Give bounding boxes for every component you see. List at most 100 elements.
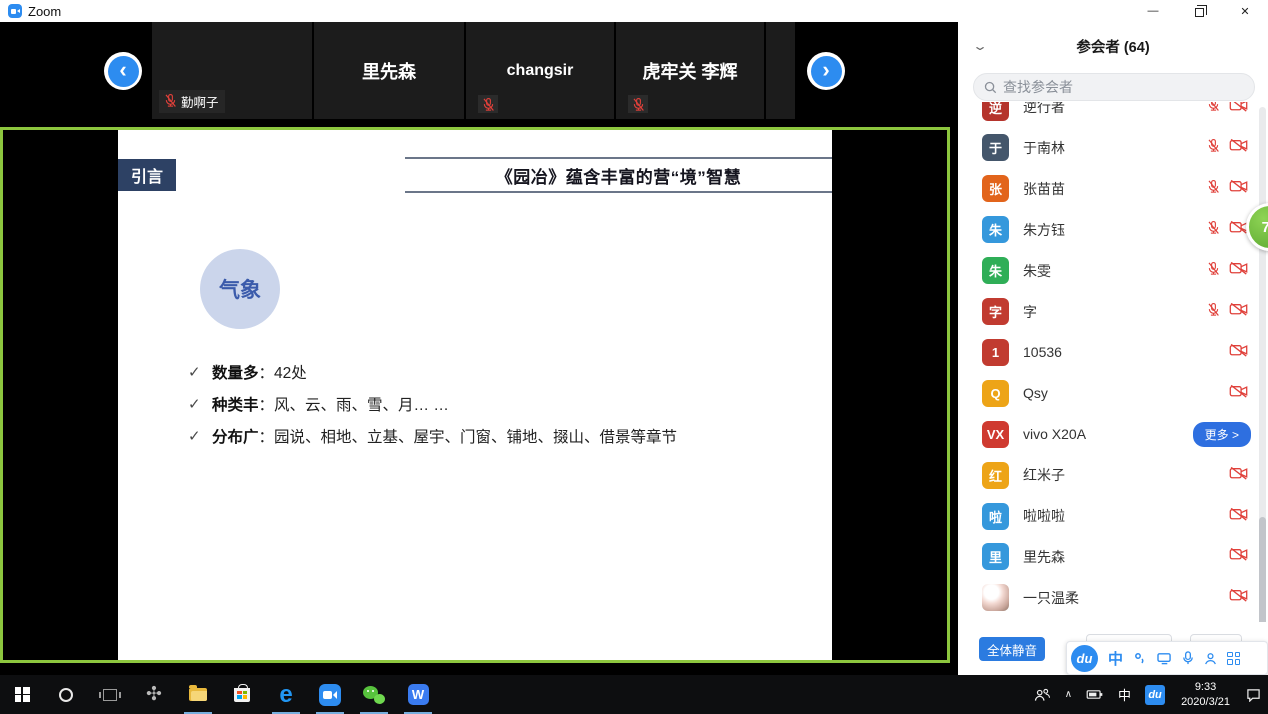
slide-section-tag: 引言 (118, 159, 176, 191)
video-tile[interactable]: 勤啊子 (152, 22, 312, 119)
microsoft-store-button[interactable] (220, 675, 264, 714)
restore-icon (1195, 8, 1204, 17)
task-view-icon (103, 689, 117, 701)
tray-ime-language-indicator[interactable]: 中 (1111, 675, 1138, 714)
wps-office-icon: W (408, 684, 429, 705)
participant-row[interactable]: 一只温柔 (958, 578, 1268, 618)
wechat-icon (363, 686, 385, 704)
ime-panel-icon[interactable] (1157, 652, 1172, 665)
tray-hidden-icons-chevron[interactable]: ∧ (1058, 675, 1079, 714)
camera-off-icon (1229, 466, 1248, 485)
zoom-taskbar-button[interactable] (308, 675, 352, 714)
ime-voice-icon[interactable] (1133, 651, 1147, 665)
participant-row[interactable]: 110536 (958, 332, 1268, 372)
tray-battery-button[interactable] (1079, 675, 1111, 714)
title-bar: Zoom — ✕ (0, 0, 1268, 22)
video-tile[interactable] (766, 22, 795, 119)
participant-row[interactable]: 红红米子 (958, 455, 1268, 495)
participants-panel: 逆逆行者于于南林张张苗苗朱朱方钰朱朱雯字字110536QQsyVXvivo X2… (958, 22, 1268, 675)
wechat-button[interactable] (352, 675, 396, 714)
video-tile[interactable]: 虎牢关 李辉 (616, 22, 764, 119)
participant-photo-avatar (982, 584, 1009, 611)
next-videos-button[interactable]: › (807, 52, 845, 90)
participant-more-button[interactable]: 更多 > (1193, 422, 1251, 447)
camera-off-icon (1229, 343, 1248, 362)
search-input[interactable] (1003, 79, 1223, 95)
zoom-app-window: Zoom — ✕ 勤啊子 里先森changsir虎牢关 李辉 ‹ › 引言 《园冶… (0, 0, 1268, 714)
wps-office-button[interactable]: W (396, 675, 440, 714)
baidu-ime-logo-icon[interactable]: du (1071, 645, 1098, 672)
participant-avatar: 里 (982, 543, 1009, 570)
file-explorer-icon (189, 688, 207, 701)
participant-name: 于南林 (1023, 138, 1065, 158)
participant-row[interactable]: 朱朱雯 (958, 251, 1268, 291)
mic-muted-icon (1206, 302, 1221, 322)
ime-mic-icon[interactable] (1182, 651, 1194, 665)
camera-off-icon (1229, 302, 1248, 321)
participant-row[interactable]: 啦啦啦啦 (958, 496, 1268, 536)
tray-people-button[interactable] (1027, 675, 1058, 714)
participant-row[interactable]: 里里先森 (958, 537, 1268, 577)
camera-off-icon (1229, 261, 1248, 280)
checkmark-icon: ✓ (188, 363, 212, 381)
slide-topic-label: 气象 (219, 274, 261, 304)
mute-all-button[interactable]: 全体静音 (979, 637, 1045, 661)
cortana-button[interactable] (44, 675, 88, 714)
participant-status-icons (1206, 138, 1248, 158)
participant-name: 红米子 (1023, 465, 1065, 485)
windows-taskbar: ✣ e W ∧ 中 du 9:33 2020/3/21 (0, 675, 1268, 714)
mic-muted-icon (478, 95, 498, 113)
camera-off-icon (1229, 588, 1248, 607)
start-button[interactable] (0, 675, 44, 714)
participant-status-icons (1229, 384, 1248, 403)
participant-name: 一只温柔 (1023, 588, 1079, 608)
participants-scrollbar[interactable] (1259, 107, 1266, 647)
participant-status-icons (1206, 179, 1248, 199)
participant-avatar: 朱 (982, 216, 1009, 243)
restore-button[interactable] (1176, 0, 1222, 22)
pinwheel-app-button[interactable]: ✣ (132, 675, 176, 714)
participant-status-icons (1229, 588, 1248, 607)
people-icon (1034, 688, 1051, 702)
mic-muted-icon (1206, 261, 1221, 281)
presentation-slide: 引言 《园冶》蕴含丰富的营“境”智慧 气象 ✓数量多：42处✓种类丰：风、云、雨… (118, 130, 832, 660)
participants-header: ⌄ 参会者 (64) (958, 22, 1268, 102)
tray-clock[interactable]: 9:33 2020/3/21 (1172, 680, 1239, 710)
participant-name: 字 (1023, 302, 1037, 322)
minimize-button[interactable]: — (1130, 0, 1176, 22)
participant-avatar: 啦 (982, 503, 1009, 530)
video-tile[interactable]: changsir (466, 22, 614, 119)
participant-name: 啦啦啦 (1023, 506, 1065, 526)
mic-muted-icon (163, 93, 178, 111)
participant-row[interactable]: 朱朱方钰 (958, 210, 1268, 250)
slide-bullet: ✓种类丰：风、云、雨、雪、月… … (188, 388, 677, 420)
participant-row[interactable]: QQsy (958, 373, 1268, 413)
participant-row[interactable]: VXvivo X20A更多 > (958, 414, 1268, 454)
mic-muted-icon (628, 95, 648, 113)
action-center-button[interactable] (1239, 675, 1268, 714)
participant-name: Qsy (1023, 385, 1048, 401)
ime-grid-icon[interactable] (1227, 652, 1240, 665)
close-button[interactable]: ✕ (1222, 0, 1268, 22)
participant-name-label: 勤啊子 (159, 90, 225, 113)
file-explorer-button[interactable] (176, 675, 220, 714)
slide-bullet: ✓分布广：园说、相地、立基、屋宇、门窗、铺地、掇山、借景等章节 (188, 420, 677, 452)
task-view-button[interactable] (88, 675, 132, 714)
participant-row[interactable]: 张张苗苗 (958, 169, 1268, 209)
ime-toolbar: du 中 (1066, 641, 1268, 675)
participants-list: 逆逆行者于于南林张张苗苗朱朱方钰朱朱雯字字110536QQsyVXvivo X2… (958, 22, 1268, 675)
edge-button[interactable]: e (264, 675, 308, 714)
participant-avatar: 于 (982, 134, 1009, 161)
participant-row[interactable]: 字字 (958, 292, 1268, 332)
participant-row[interactable]: 于于南林 (958, 128, 1268, 168)
panel-collapse-chevron-icon[interactable]: ⌄ (972, 39, 988, 53)
participant-avatar: VX (982, 421, 1009, 448)
tray-baidu-ime-button[interactable]: du (1138, 675, 1172, 714)
camera-off-icon (1229, 138, 1248, 157)
participant-search-box[interactable] (973, 73, 1255, 101)
previous-videos-button[interactable]: ‹ (104, 52, 142, 90)
video-tile[interactable]: 里先森 (314, 22, 464, 119)
ime-language-indicator[interactable]: 中 (1108, 648, 1123, 669)
shared-screen-area: 引言 《园冶》蕴含丰富的营“境”智慧 气象 ✓数量多：42处✓种类丰：风、云、雨… (0, 127, 950, 663)
ime-user-icon[interactable] (1204, 652, 1217, 665)
